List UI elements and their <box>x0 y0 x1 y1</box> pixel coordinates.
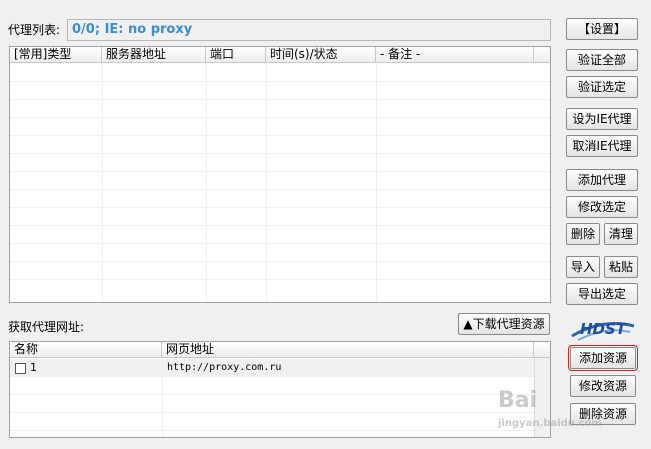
settings-button[interactable]: 【设置】 <box>566 18 638 40</box>
import-button[interactable]: 导入 <box>566 256 600 278</box>
grid-line <box>10 261 550 262</box>
resource-list-table[interactable]: 名称 网页地址 1 http://proxy.com.ru <box>9 341 551 438</box>
baidu-watermark-url: jingyan.baidu.com <box>498 418 602 429</box>
download-proxy-resource-button[interactable]: ▲下载代理资源 <box>458 313 550 335</box>
grid-line <box>10 99 550 100</box>
column-header-filler <box>534 47 550 63</box>
resource-name: 1 <box>30 361 37 374</box>
row-checkbox[interactable] <box>15 363 26 374</box>
grid-line <box>10 171 550 172</box>
delete-button[interactable]: 删除 <box>566 223 600 245</box>
grid-line <box>10 81 550 82</box>
export-selected-button[interactable]: 导出选定 <box>566 283 638 305</box>
baidu-watermark: Bai <box>498 388 538 413</box>
grid-line <box>10 279 550 280</box>
grid-line <box>10 243 550 244</box>
clear-button[interactable]: 清理 <box>604 223 638 245</box>
proxy-status-field: 0/0; IE: no proxy <box>67 19 551 41</box>
hdst-logo: HDST <box>568 312 638 344</box>
column-header-port[interactable]: 端口 <box>206 47 266 63</box>
column-header-server[interactable]: 服务器地址 <box>102 47 206 63</box>
grid-line <box>10 189 550 190</box>
logo-graphic: HDST <box>571 320 635 341</box>
grid-line <box>10 207 550 208</box>
column-header-name[interactable]: 名称 <box>10 342 162 358</box>
grid-line <box>10 225 550 226</box>
column-header-filler <box>534 342 550 358</box>
proxy-list-table[interactable]: [常用]类型 服务器地址 端口 时间(s)/状态 - 备注 - <box>9 46 551 303</box>
set-ie-proxy-button[interactable]: 设为IE代理 <box>566 108 638 130</box>
column-header-time-status[interactable]: 时间(s)/状态 <box>266 47 376 63</box>
column-header-note[interactable]: - 备注 - <box>376 47 534 63</box>
add-resource-button[interactable]: 添加资源 <box>568 345 638 371</box>
edit-resource-button[interactable]: 修改资源 <box>570 375 636 397</box>
grid-line <box>10 135 550 136</box>
add-proxy-button[interactable]: 添加代理 <box>566 169 638 191</box>
grid-line <box>10 394 534 395</box>
grid-line <box>10 430 534 431</box>
column-header-url[interactable]: 网页地址 <box>162 342 534 358</box>
verify-selected-button[interactable]: 验证选定 <box>566 76 638 98</box>
resource-url: http://proxy.com.ru <box>167 362 282 373</box>
fetch-url-label: 获取代理网址: <box>8 320 85 334</box>
paste-button[interactable]: 粘贴 <box>604 256 638 278</box>
edit-selected-button[interactable]: 修改选定 <box>566 196 638 218</box>
grid-line <box>10 153 550 154</box>
column-header-type[interactable]: [常用]类型 <box>10 47 102 63</box>
cancel-ie-proxy-button[interactable]: 取消IE代理 <box>566 135 638 157</box>
grid-line <box>10 117 550 118</box>
table-row[interactable]: 1 http://proxy.com.ru <box>10 359 534 377</box>
grid-line <box>10 412 534 413</box>
proxy-list-label: 代理列表: <box>8 23 61 37</box>
verify-all-button[interactable]: 验证全部 <box>566 49 638 71</box>
logo-text: HDST <box>580 320 628 338</box>
